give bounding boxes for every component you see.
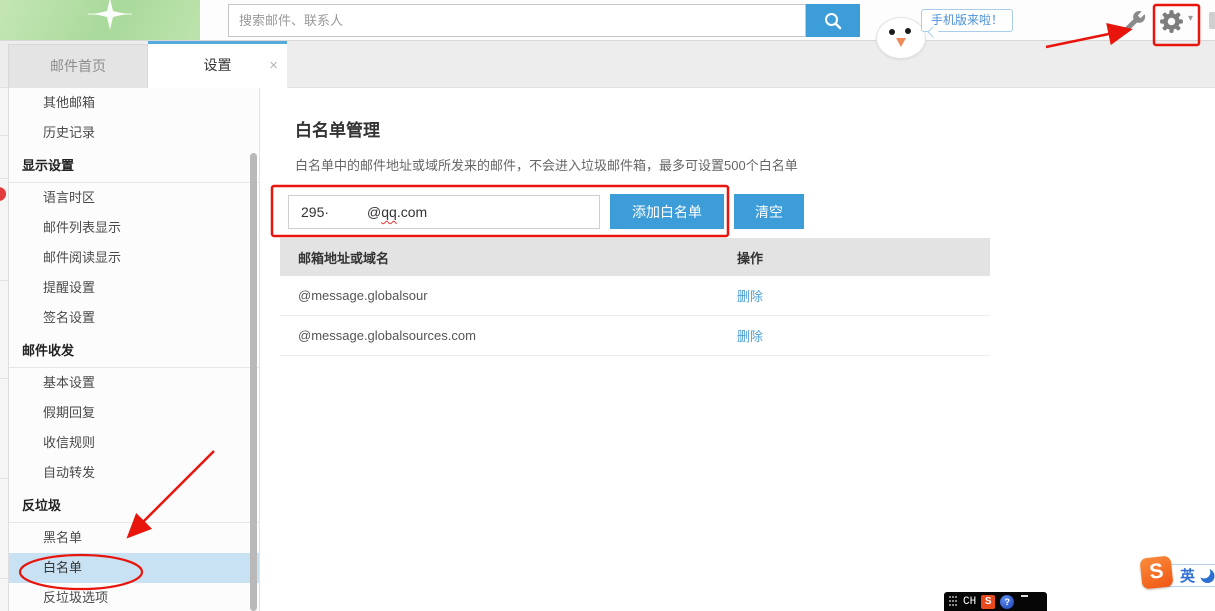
sidebar-item-history[interactable]: 历史记录 (9, 118, 259, 148)
gear-dropdown-caret[interactable]: ▾ (1188, 13, 1193, 24)
sidebar-scrollbar-thumb[interactable] (250, 153, 257, 611)
ime-mode-label[interactable]: 英 (1180, 565, 1195, 586)
mobile-version-badge[interactable]: 手机版来啦！ (921, 9, 1013, 32)
sidebar-section-display: 显示设置 (9, 148, 259, 183)
clear-button[interactable]: 清空 (734, 194, 804, 229)
table-row: @message.globalsour 删除 (280, 276, 990, 316)
mail-settings-page: ▾ 手机版来啦！ 邮件首页 设置 × 其他邮箱 历史记录 显示设置 语言时区 邮… (0, 0, 1215, 611)
whitelist-panel: 白名单管理 白名单中的邮件地址或域所发来的邮件，不会进入垃圾邮件箱，最多可设置5… (260, 88, 1215, 611)
sidebar-item-blacklist[interactable]: 黑名单 (9, 523, 259, 553)
whitelist-address: @message.globalsources.com (280, 328, 737, 343)
ime-status-pill[interactable]: 英 (1168, 564, 1215, 587)
delete-link[interactable]: 删除 (737, 329, 763, 344)
langbar-help-icon[interactable]: ? (1000, 595, 1014, 609)
page-description: 白名单中的邮件地址或域所发来的邮件，不会进入垃圾邮件箱，最多可设置500个白名单 (295, 155, 798, 174)
tab-close-icon[interactable]: × (269, 44, 278, 87)
sidebar-item-basic-settings[interactable]: 基本设置 (9, 368, 259, 398)
sidebar-item-receiving-rules[interactable]: 收信规则 (9, 428, 259, 458)
sogou-ime-logo[interactable]: S (1139, 555, 1173, 589)
search-button[interactable] (806, 4, 860, 37)
whitelist-address: @message.globalsour (280, 288, 737, 303)
whitelist-table: 邮箱地址或域名 操作 @message.globalsour 删除 @messa… (280, 238, 990, 356)
avatar-eye (905, 28, 911, 34)
sidebar-item-whitelist[interactable]: 白名单 (9, 553, 259, 583)
language-bar[interactable]: CH S ? (944, 592, 1047, 611)
whitelist-address-input[interactable]: 295· @qq.com (288, 195, 600, 229)
tab-mail-home[interactable]: 邮件首页 (8, 44, 148, 89)
sidebar-item-mail-list-display[interactable]: 邮件列表显示 (9, 213, 259, 243)
delete-link[interactable]: 删除 (737, 289, 763, 304)
folder-pane-sliver (0, 88, 8, 611)
sparkle-icon (88, 0, 132, 40)
moon-icon[interactable] (1199, 567, 1215, 584)
settings-sidebar: 其他邮箱 历史记录 显示设置 语言时区 邮件列表显示 邮件阅读显示 提醒设置 签… (8, 88, 260, 611)
langbar-language-label[interactable]: CH (963, 596, 976, 608)
tab-settings-label: 设置 (204, 57, 232, 73)
table-header-row: 邮箱地址或域名 操作 (280, 238, 990, 276)
sidebar-item-vacation-reply[interactable]: 假期回复 (9, 398, 259, 428)
sidebar-item-other-mailboxes[interactable]: 其他邮箱 (9, 88, 259, 118)
tab-settings[interactable]: 设置 × (148, 41, 287, 89)
tab-bar: 邮件首页 设置 × (0, 41, 1215, 88)
input-value-prefix: 295· (301, 204, 329, 220)
langbar-sogou-icon[interactable]: S (981, 595, 995, 609)
user-avatar[interactable] (876, 17, 926, 59)
sidebar-section-send-receive: 邮件收发 (9, 333, 259, 368)
settings-gear-icon[interactable] (1158, 8, 1185, 35)
search-icon (823, 11, 843, 31)
sidebar-item-reminder-settings[interactable]: 提醒设置 (9, 273, 259, 303)
avatar-beak (896, 38, 906, 47)
top-bar: ▾ (0, 0, 1215, 41)
sidebar-item-signature-settings[interactable]: 签名设置 (9, 303, 259, 333)
input-value-tld: .com (397, 204, 427, 220)
wrench-icon[interactable] (1124, 10, 1146, 32)
sidebar-item-antispam-options[interactable]: 反垃圾选项 (9, 583, 259, 611)
add-whitelist-button[interactable]: 添加白名单 (610, 194, 724, 229)
partial-icon (1209, 12, 1215, 29)
input-value-at: @ (367, 204, 381, 220)
sidebar-item-mail-read-display[interactable]: 邮件阅读显示 (9, 243, 259, 273)
page-title: 白名单管理 (295, 116, 380, 141)
unread-badge (0, 187, 6, 201)
search-input[interactable] (228, 4, 806, 37)
sidebar-item-language-timezone[interactable]: 语言时区 (9, 183, 259, 213)
langbar-grip-handle[interactable] (949, 595, 958, 608)
table-header-address: 邮箱地址或域名 (280, 248, 737, 267)
avatar-eye (889, 29, 895, 35)
promo-banner (0, 0, 200, 40)
input-value-domain: qq (381, 204, 397, 220)
table-header-action: 操作 (737, 248, 990, 267)
sidebar-item-auto-forward[interactable]: 自动转发 (9, 458, 259, 488)
langbar-minimize-icon[interactable] (1021, 595, 1028, 597)
sidebar-section-antispam: 反垃圾 (9, 488, 259, 523)
mobile-version-badge-label: 手机版来啦！ (931, 13, 1003, 27)
table-row: @message.globalsources.com 删除 (280, 316, 990, 356)
